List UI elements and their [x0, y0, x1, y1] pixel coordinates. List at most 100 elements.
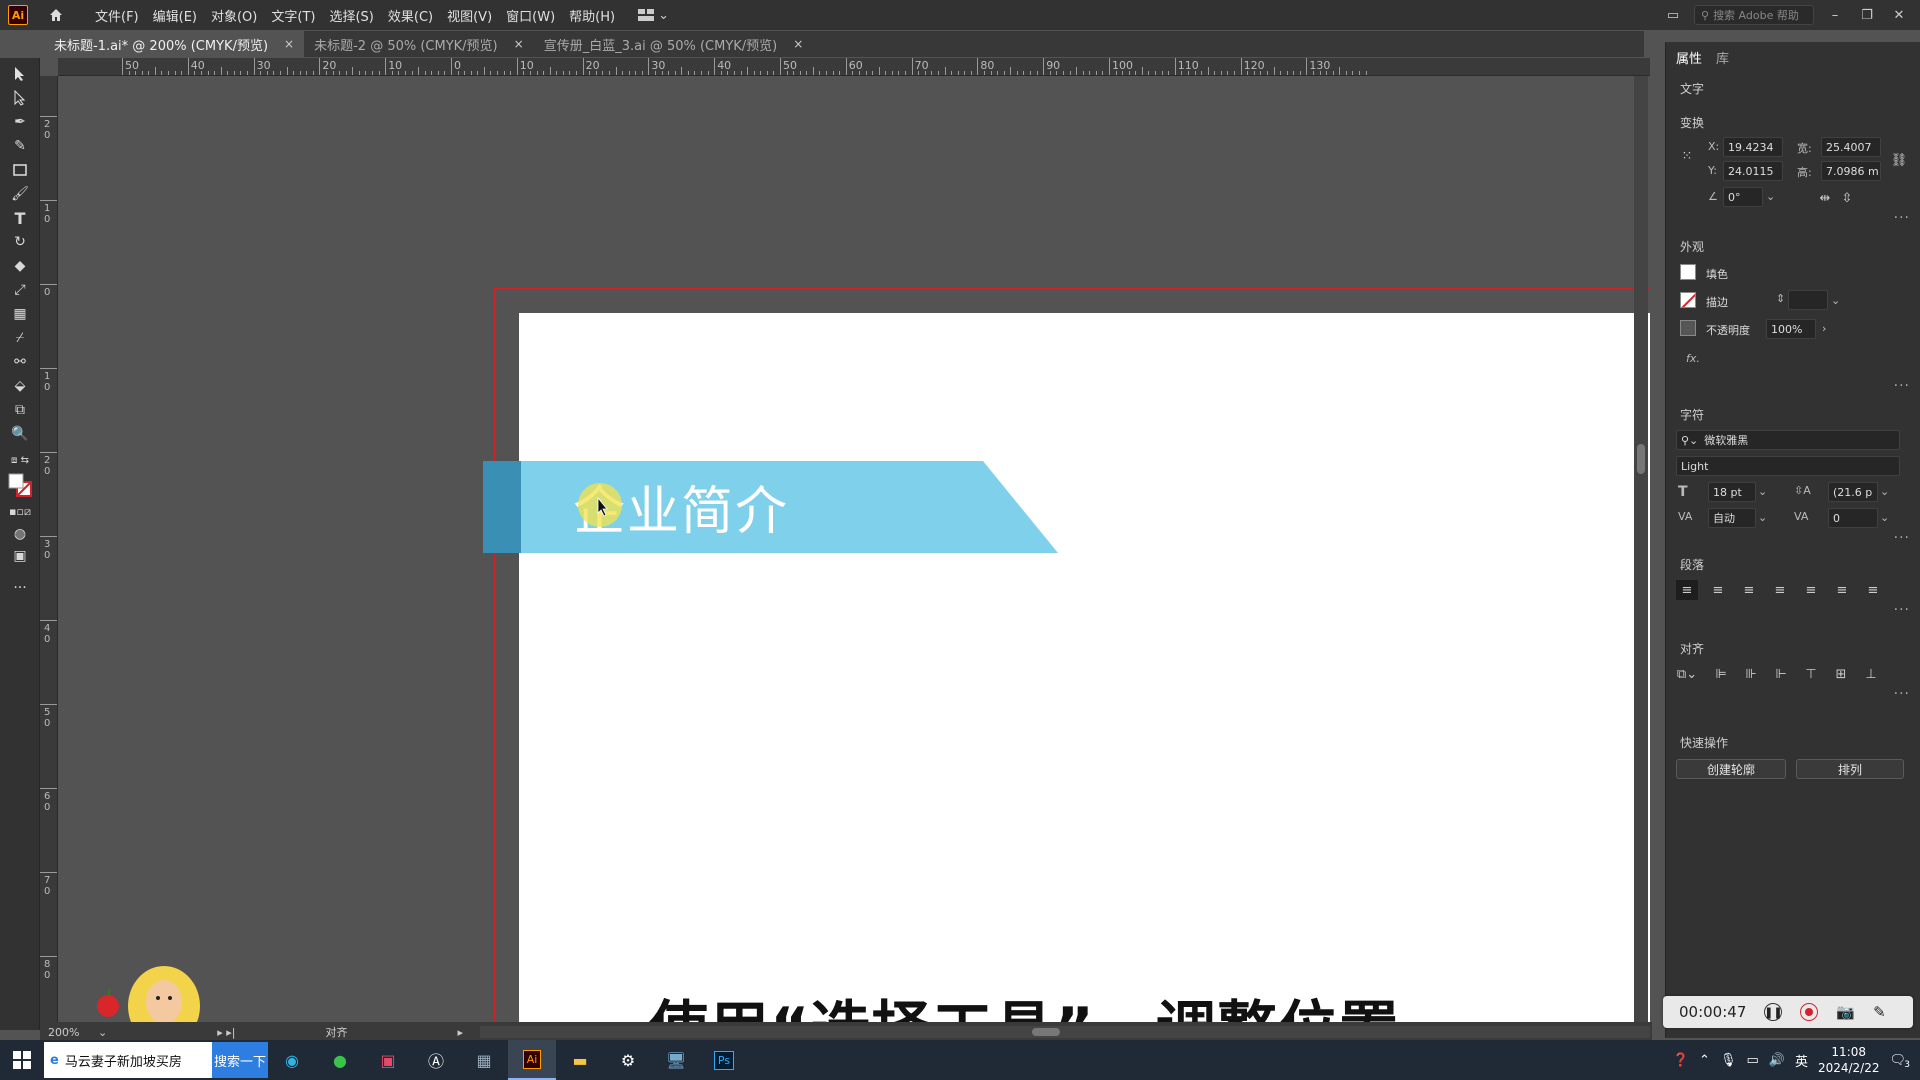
camera-icon[interactable]: 📷 [1836, 1003, 1855, 1021]
direct-selection-tool-icon[interactable] [10, 88, 30, 108]
x-input[interactable]: 19.4234 [1723, 137, 1783, 157]
home-icon[interactable] [46, 5, 66, 25]
edge-browser-icon[interactable]: ◉ [268, 1040, 316, 1080]
app-store-icon[interactable]: Ⓐ [412, 1040, 460, 1080]
chevron-right-icon[interactable]: › [1822, 322, 1826, 335]
font-family-select[interactable]: ⚲⌄ 微软雅黑 [1676, 430, 1900, 450]
align-center-icon[interactable]: ≡ [1707, 580, 1729, 600]
artboard-tool-icon[interactable]: ⧉ [10, 400, 30, 420]
close-tab-icon[interactable]: × [514, 37, 524, 51]
pencil-icon[interactable]: ✎ [1873, 1003, 1886, 1021]
vertical-scroll-thumb[interactable] [1637, 444, 1645, 474]
windows-start-icon[interactable] [0, 1040, 44, 1080]
type-tool-icon[interactable]: T [10, 208, 30, 228]
y-input[interactable]: 24.0115 [1723, 161, 1783, 181]
curvature-tool-icon[interactable]: ✎ [10, 136, 30, 156]
more-options-icon[interactable]: ··· [1894, 530, 1910, 546]
restore-icon[interactable]: ❐ [1856, 5, 1878, 25]
width-input[interactable]: 25.4007 [1821, 137, 1881, 157]
notification-center-icon[interactable]: 🗨 3 [1889, 1053, 1910, 1070]
network-icon[interactable]: ▭ [1746, 1053, 1758, 1068]
minimize-icon[interactable]: – [1824, 5, 1846, 25]
close-tab-icon[interactable]: × [793, 37, 803, 51]
gradient-tool-icon[interactable]: ▦ [10, 304, 30, 324]
tray-expand-icon[interactable]: ⌃ [1699, 1053, 1710, 1068]
stop-record-icon[interactable] [1800, 1003, 1819, 1021]
reference-point-icon[interactable]: ⁙ [1676, 146, 1698, 166]
selection-tool-icon[interactable] [10, 64, 30, 84]
align-left-icon[interactable]: ≡ [1676, 580, 1698, 600]
align-right-edges-icon[interactable]: ⊩ [1770, 664, 1792, 684]
chevron-down-icon[interactable]: ⌄ [1758, 485, 1767, 498]
font-size-input[interactable]: 18 pt [1708, 482, 1756, 502]
justify-center-icon[interactable]: ≡ [1800, 580, 1822, 600]
tab-libraries[interactable]: 库 [1716, 48, 1729, 67]
menu-object[interactable]: 对象(O) [204, 6, 264, 25]
arrange-documents-icon[interactable]: ▭ [1662, 5, 1684, 25]
menu-effect[interactable]: 效果(C) [381, 6, 440, 25]
menu-help[interactable]: 帮助(H) [562, 6, 622, 25]
remote-desktop-icon[interactable]: 🖥 [652, 1040, 700, 1080]
font-style-select[interactable]: Light [1676, 456, 1900, 476]
tab-doc-2[interactable]: 未标题-2 @ 50% (CMYK/预览) × [304, 31, 534, 57]
align-to-icon[interactable]: ⧉⌄ [1676, 664, 1698, 684]
canvas[interactable]: 企业简介 使用“选择工具”，调整位置 [58, 76, 1650, 1022]
photos-app-icon[interactable]: ▣ [364, 1040, 412, 1080]
settings-icon[interactable]: ⚙ [604, 1040, 652, 1080]
chevron-down-icon[interactable]: ⌄ [1831, 294, 1840, 307]
stroke-weight-input[interactable] [1788, 290, 1828, 310]
pen-tool-icon[interactable]: ✒ [10, 112, 30, 132]
justify-right-icon[interactable]: ≡ [1831, 580, 1853, 600]
more-tools-icon[interactable]: ··· [10, 578, 30, 598]
horizontal-scroll-thumb[interactable] [1032, 1028, 1060, 1036]
tracking-input[interactable]: 0 [1828, 508, 1878, 528]
tab-doc-1[interactable]: 未标题-1.ai* @ 200% (CMYK/预览) × [44, 31, 305, 57]
close-tab-icon[interactable]: × [284, 37, 294, 51]
kerning-input[interactable]: 自动 [1708, 508, 1756, 528]
stepper-icon[interactable]: ⇕ [1776, 292, 1785, 305]
rotate-tool-icon[interactable]: ↻ [10, 232, 30, 252]
help-search-input[interactable]: ⚲ 搜索 Adobe 帮助 [1694, 5, 1814, 25]
justify-all-icon[interactable]: ≡ [1862, 580, 1884, 600]
align-left-edges-icon[interactable]: ⊫ [1710, 664, 1732, 684]
free-transform-tool-icon[interactable]: ⤢ [10, 280, 30, 300]
taskbar-search-button[interactable]: 搜索一下 [212, 1042, 268, 1078]
draw-mode-icon[interactable]: ◍ [10, 524, 30, 544]
default-colors-icon[interactable]: ⧈ ⇆ [10, 450, 30, 470]
screen-mode-icon[interactable]: ▣ [10, 546, 30, 566]
paintbrush-tool-icon[interactable]: 🖌 [10, 184, 30, 204]
chevron-down-icon[interactable]: ⌄ [1880, 511, 1889, 524]
menu-edit[interactable]: 编辑(E) [146, 6, 204, 25]
microphone-icon[interactable]: 🎙 [1720, 1053, 1737, 1068]
taskbar-clock[interactable]: 11:08 2024/2/22 [1818, 1044, 1880, 1076]
angle-input[interactable]: 0° [1723, 187, 1763, 207]
vertical-scrollbar[interactable] [1634, 76, 1648, 1022]
fill-stroke-swatch[interactable] [7, 472, 33, 498]
more-options-icon[interactable]: ··· [1894, 686, 1910, 702]
artboard-nav-icon[interactable]: ▸ ▸| [217, 1026, 235, 1039]
create-outlines-button[interactable]: 创建轮廓 [1676, 759, 1786, 779]
align-horizontal-center-icon[interactable]: ⊪ [1740, 664, 1762, 684]
zoom-level[interactable]: 200% [48, 1026, 98, 1039]
workspace-switcher[interactable]: ⌄ [638, 8, 669, 23]
blend-tool-icon[interactable]: ⚯ [10, 352, 30, 372]
shape-builder-tool-icon[interactable]: ⬙ [10, 376, 30, 396]
rectangle-tool-icon[interactable] [10, 160, 30, 180]
more-options-icon[interactable]: ··· [1894, 378, 1910, 394]
align-vertical-center-icon[interactable]: ⊞ [1830, 664, 1852, 684]
opacity-input[interactable]: 100% [1766, 319, 1816, 339]
align-right-icon[interactable]: ≡ [1738, 580, 1760, 600]
browser-360-icon[interactable]: ● [316, 1040, 364, 1080]
artboard[interactable] [519, 313, 1650, 1022]
more-options-icon[interactable]: ··· [1894, 210, 1910, 226]
fx-label[interactable]: fx. [1686, 352, 1700, 365]
eyedropper-tool-icon[interactable]: ⌿ [10, 328, 30, 348]
volume-icon[interactable]: 🔊 [1769, 1053, 1785, 1068]
eraser-tool-icon[interactable]: ◆ [10, 256, 30, 276]
menu-type[interactable]: 文字(T) [264, 6, 322, 25]
close-icon[interactable]: ✕ [1888, 5, 1910, 25]
fill-swatch[interactable] [1680, 264, 1696, 280]
photoshop-taskbar-icon[interactable]: Ps [700, 1040, 748, 1080]
link-proportions-icon[interactable]: ⛓ [1888, 150, 1910, 170]
ime-indicator[interactable]: 英 [1795, 1051, 1808, 1070]
